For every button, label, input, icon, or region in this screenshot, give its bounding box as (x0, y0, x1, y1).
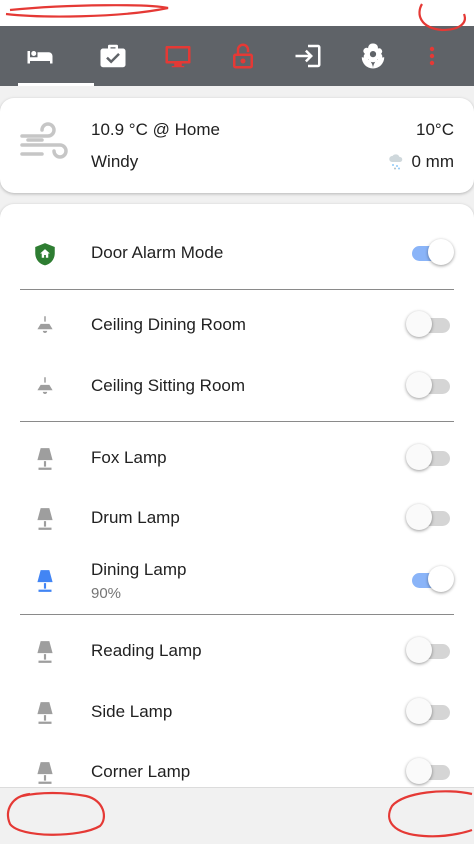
lamp-icon (30, 504, 60, 534)
shield-home-icon (30, 239, 60, 269)
weather-condition: Windy (91, 152, 139, 171)
tab-work[interactable] (80, 26, 145, 86)
entity-row-dining-lamp[interactable]: Dining Lamp 90% (0, 552, 474, 608)
lamp-icon (30, 566, 60, 596)
entity-row-ceiling-dining-room[interactable]: Ceiling Dining Room (0, 297, 474, 353)
entity-label: Door Alarm Mode (91, 243, 224, 262)
toggle-switch[interactable] (406, 758, 454, 786)
lamp-icon (30, 698, 60, 728)
entity-row-door-alarm-mode[interactable]: Door Alarm Mode (0, 225, 474, 281)
toggle-switch[interactable] (406, 239, 454, 267)
entity-label: Ceiling Sitting Room (91, 376, 246, 395)
annotation-scribble-top-left (5, 4, 169, 18)
divider (20, 421, 454, 422)
lock-open-icon (232, 43, 253, 69)
entity-row-fox-lamp[interactable]: Fox Lamp (0, 430, 474, 486)
annotation-scribble-bottom-right (388, 790, 473, 838)
entity-label: Dining Lamp (91, 560, 187, 579)
tab-garden[interactable] (340, 26, 405, 86)
entity-label: Corner Lamp (91, 762, 191, 781)
tab-tv[interactable] (145, 26, 210, 86)
toggle-switch[interactable] (406, 566, 454, 594)
login-icon (295, 44, 320, 68)
lamp-icon (30, 637, 60, 667)
entity-brightness: 90% (91, 585, 122, 602)
ceiling-light-icon (30, 372, 60, 402)
entity-row-drum-lamp[interactable]: Drum Lamp (0, 490, 474, 546)
divider (20, 614, 454, 615)
toggle-switch[interactable] (406, 444, 454, 472)
briefcase-check-icon (100, 44, 125, 68)
entity-label: Ceiling Dining Room (91, 315, 246, 334)
lamp-icon (30, 444, 60, 474)
toggle-switch[interactable] (406, 504, 454, 532)
entity-row-reading-lamp[interactable]: Reading Lamp (0, 623, 474, 679)
toggle-switch[interactable] (406, 311, 454, 339)
entity-row-ceiling-sitting-room[interactable]: Ceiling Sitting Room (0, 358, 474, 414)
toggle-switch[interactable] (406, 698, 454, 726)
ceiling-light-icon (30, 311, 60, 341)
wind-icon (20, 122, 68, 159)
toggle-switch[interactable] (406, 637, 454, 665)
weather-precipitation: 0 mm (388, 152, 455, 172)
weather-temperature: 10.9 °C @ Home (91, 120, 220, 139)
entity-label: Drum Lamp (91, 508, 180, 527)
entity-row-side-lamp[interactable]: Side Lamp (0, 684, 474, 740)
tab-entry[interactable] (275, 26, 340, 86)
entity-label: Reading Lamp (91, 641, 202, 660)
weather-card[interactable] (0, 98, 474, 193)
television-icon (165, 46, 190, 68)
more-vertical-icon (429, 46, 435, 66)
lamp-icon (30, 758, 60, 788)
precipitation-value: 0 mm (411, 152, 455, 171)
divider (20, 289, 454, 290)
entity-label: Fox Lamp (91, 448, 167, 467)
annotation-scribble-bottom-left (6, 791, 105, 836)
annotation-scribble-top-right (418, 3, 466, 32)
entity-label: Side Lamp (91, 702, 173, 721)
flower-icon (361, 43, 384, 69)
tab-bedroom[interactable] (0, 26, 94, 86)
weather-outside-temp: 10°C (416, 120, 454, 139)
bed-icon (27, 51, 53, 64)
view-tabs-toolbar (0, 26, 474, 86)
snow-rain-icon (388, 154, 402, 170)
tab-lock[interactable] (210, 26, 275, 86)
overflow-menu-button[interactable] (405, 26, 459, 86)
toggle-switch[interactable] (406, 372, 454, 400)
